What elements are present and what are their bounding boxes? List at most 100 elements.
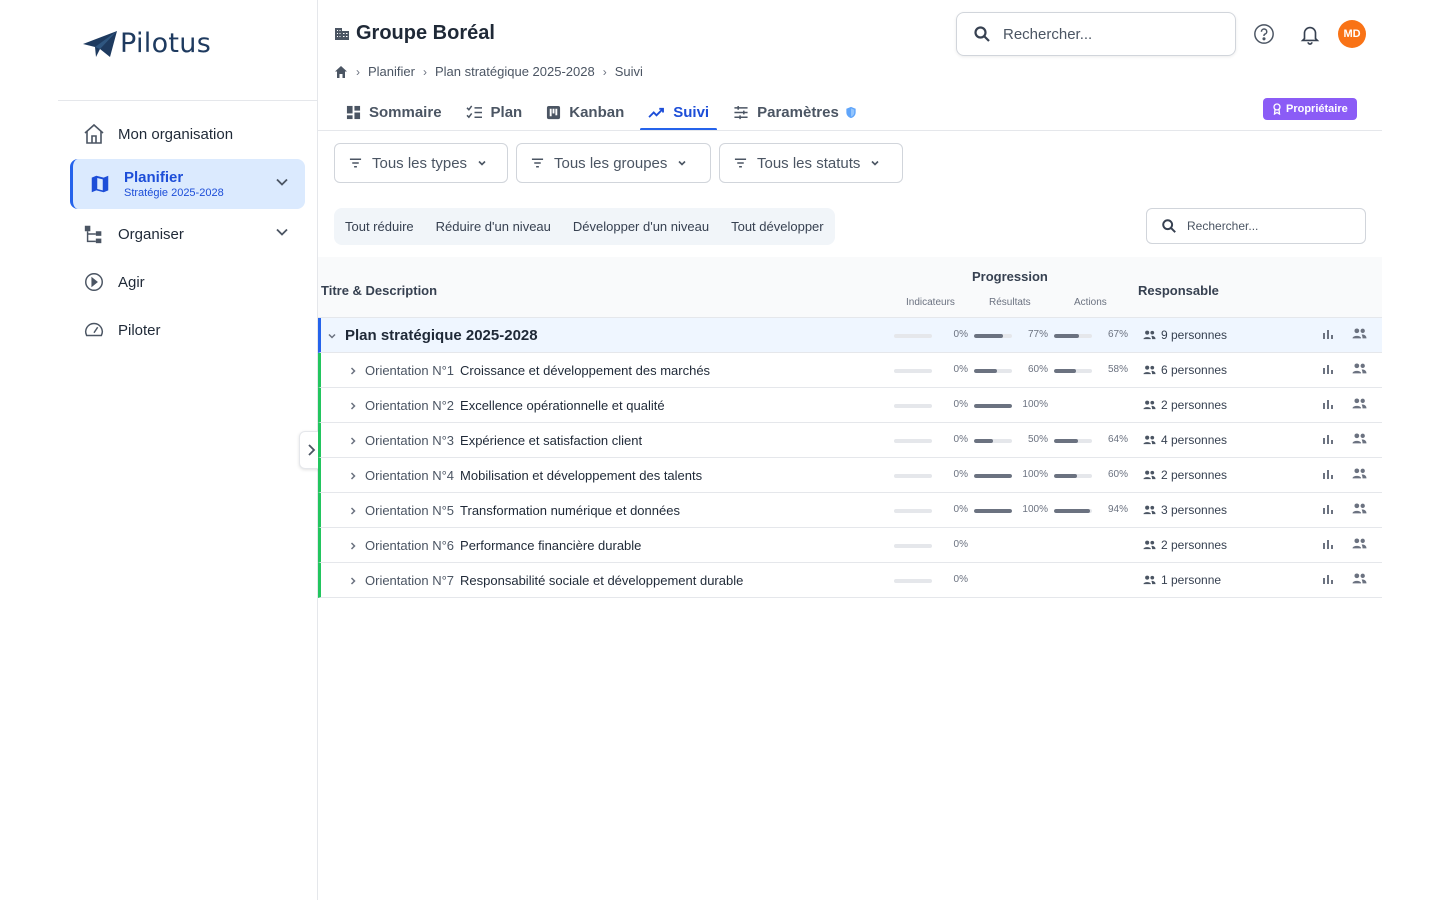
table-row[interactable]: Orientation N°5 Transformation numérique … [318,493,1382,528]
expand-chevron-icon[interactable] [348,458,358,493]
tab-plan[interactable]: Plan [454,94,535,130]
sidebar-item-agir[interactable]: Agir [70,258,305,306]
tabs-divider [318,130,1382,131]
table-row-root[interactable]: Plan stratégique 2025-2028 0% 77% 67% 9 … [318,318,1382,353]
home-icon[interactable] [334,65,348,79]
sidebar-item-mon-organisation[interactable]: Mon organisation [70,110,305,158]
filter-icon [349,158,362,168]
tab-sommaire[interactable]: Sommaire [334,94,454,130]
expand-chevron-icon[interactable] [348,493,358,528]
expand-chevron-icon[interactable] [348,353,358,388]
progress-bar-results [974,509,1012,513]
people-icon[interactable] [1352,468,1367,479]
owner-cell[interactable]: 3 personnes [1143,503,1227,517]
bar-chart-icon[interactable] [1322,398,1334,410]
row-title[interactable]: Orientation N°2 Excellence opérationnelle… [365,398,665,413]
expand-level-button[interactable]: Développer d'un niveau [562,208,720,245]
people-icon[interactable] [1352,363,1367,374]
bar-chart-icon[interactable] [1322,468,1334,480]
bar-chart-icon[interactable] [1322,328,1334,340]
table-row[interactable]: Orientation N°1 Croissance et développeme… [318,353,1382,388]
table-row[interactable]: Orientation N°2 Excellence opérationnelle… [318,388,1382,423]
collapse-chevron-icon[interactable] [327,318,337,353]
progress-bar-results [974,439,1012,443]
row-title[interactable]: Orientation N°5 Transformation numérique … [365,503,680,518]
search-icon [974,26,990,42]
people-icon[interactable] [1352,398,1367,409]
people-icon[interactable] [1352,573,1367,584]
filter-statuts[interactable]: Tous les statuts [719,143,903,183]
bar-chart-icon[interactable] [1322,573,1334,585]
row-prefix: Orientation N°6 [365,537,455,553]
people-icon[interactable] [1352,433,1367,444]
bar-chart-icon[interactable] [1322,433,1334,445]
bar-chart-icon[interactable] [1322,538,1334,550]
sidebar-item-piloter[interactable]: Piloter [70,306,305,354]
expand-chevron-icon[interactable] [348,563,358,598]
table-row[interactable]: Orientation N°4 Mobilisation et développe… [318,458,1382,493]
expand-all-button[interactable]: Tout développer [720,208,835,245]
row-title-text: Performance financière durable [460,537,642,553]
bar-chart-icon[interactable] [1322,503,1334,515]
table-row[interactable]: Orientation N°6 Performance financière du… [318,528,1382,563]
app-logo[interactable]: Pilotus [82,28,211,59]
sliders-icon [734,105,748,119]
row-title[interactable]: Orientation N°6 Performance financière du… [365,538,641,553]
owner-cell[interactable]: 9 personnes [1143,328,1227,342]
tab-kanban[interactable]: Kanban [534,94,636,130]
sidebar-nav: Mon organisation Planifier Stratégie 202… [70,110,305,354]
progress-bar-actions [1054,369,1092,373]
row-title[interactable]: Orientation N°3 Expérience et satisfactio… [365,433,642,448]
table-search[interactable] [1146,208,1366,244]
global-search-input[interactable] [1003,25,1223,43]
owner-cell[interactable]: 6 personnes [1143,363,1227,377]
filter-groupes[interactable]: Tous les groupes [516,143,711,183]
progress-bar-indicators [894,404,932,408]
row-title[interactable]: Plan stratégique 2025-2028 [345,327,538,344]
progress-value-results: 100% [1022,504,1048,515]
user-avatar[interactable]: MD [1338,20,1366,48]
global-search[interactable] [956,12,1236,56]
progress-value-results: 60% [1027,364,1048,375]
expand-chevron-icon[interactable] [348,528,358,563]
row-title-text: Transformation numérique et données [460,502,680,518]
table-row[interactable]: Orientation N°3 Expérience et satisfactio… [318,423,1382,458]
progress-bar-actions [1054,439,1092,443]
column-header-owner[interactable]: Responsable [1138,283,1219,298]
people-icon[interactable] [1352,328,1367,339]
tab-suivi[interactable]: Suivi [636,94,721,131]
column-header-title[interactable]: Titre & Description [321,283,437,298]
breadcrumb-item[interactable]: Planifier [368,64,415,79]
table-search-input[interactable] [1187,219,1357,233]
sidebar-item-organiser[interactable]: Organiser [70,210,305,258]
chevron-down-icon[interactable] [275,225,289,244]
row-title[interactable]: Orientation N°4 Mobilisation et développe… [365,468,702,483]
owner-count: 4 personnes [1161,433,1228,447]
breadcrumb-item[interactable]: Plan stratégique 2025-2028 [435,64,595,79]
sidebar-item-planifier[interactable]: Planifier Stratégie 2025-2028 [70,159,305,209]
bar-chart-icon[interactable] [1322,363,1334,375]
filter-types[interactable]: Tous les types [334,143,508,183]
row-title[interactable]: Orientation N°1 Croissance et développeme… [365,363,710,378]
owner-cell[interactable]: 4 personnes [1143,433,1227,447]
collapse-level-button[interactable]: Réduire d'un niveau [425,208,562,245]
owner-cell[interactable]: 2 personnes [1143,468,1227,482]
tab-parametres[interactable]: Paramètres [721,94,869,130]
breadcrumb-separator: › [356,64,360,79]
row-title[interactable]: Orientation N°7 Responsabilité sociale et… [365,573,743,588]
table-row[interactable]: Orientation N°7 Responsabilité sociale et… [318,563,1382,598]
help-icon[interactable] [1252,22,1276,46]
owner-cell[interactable]: 1 personne [1143,573,1221,587]
expand-chevron-icon[interactable] [348,388,358,423]
chevron-down-icon[interactable] [275,175,289,194]
owner-cell[interactable]: 2 personnes [1143,538,1227,552]
owner-badge: Propriétaire [1263,98,1357,120]
people-icon[interactable] [1352,503,1367,514]
collapse-all-button[interactable]: Tout réduire [334,208,425,245]
bell-icon[interactable] [1298,22,1322,46]
chevron-down-icon [478,160,486,166]
people-icon[interactable] [1352,538,1367,549]
expand-chevron-icon[interactable] [348,423,358,458]
owner-cell[interactable]: 2 personnes [1143,398,1227,412]
owner-count: 1 personne [1161,573,1222,587]
